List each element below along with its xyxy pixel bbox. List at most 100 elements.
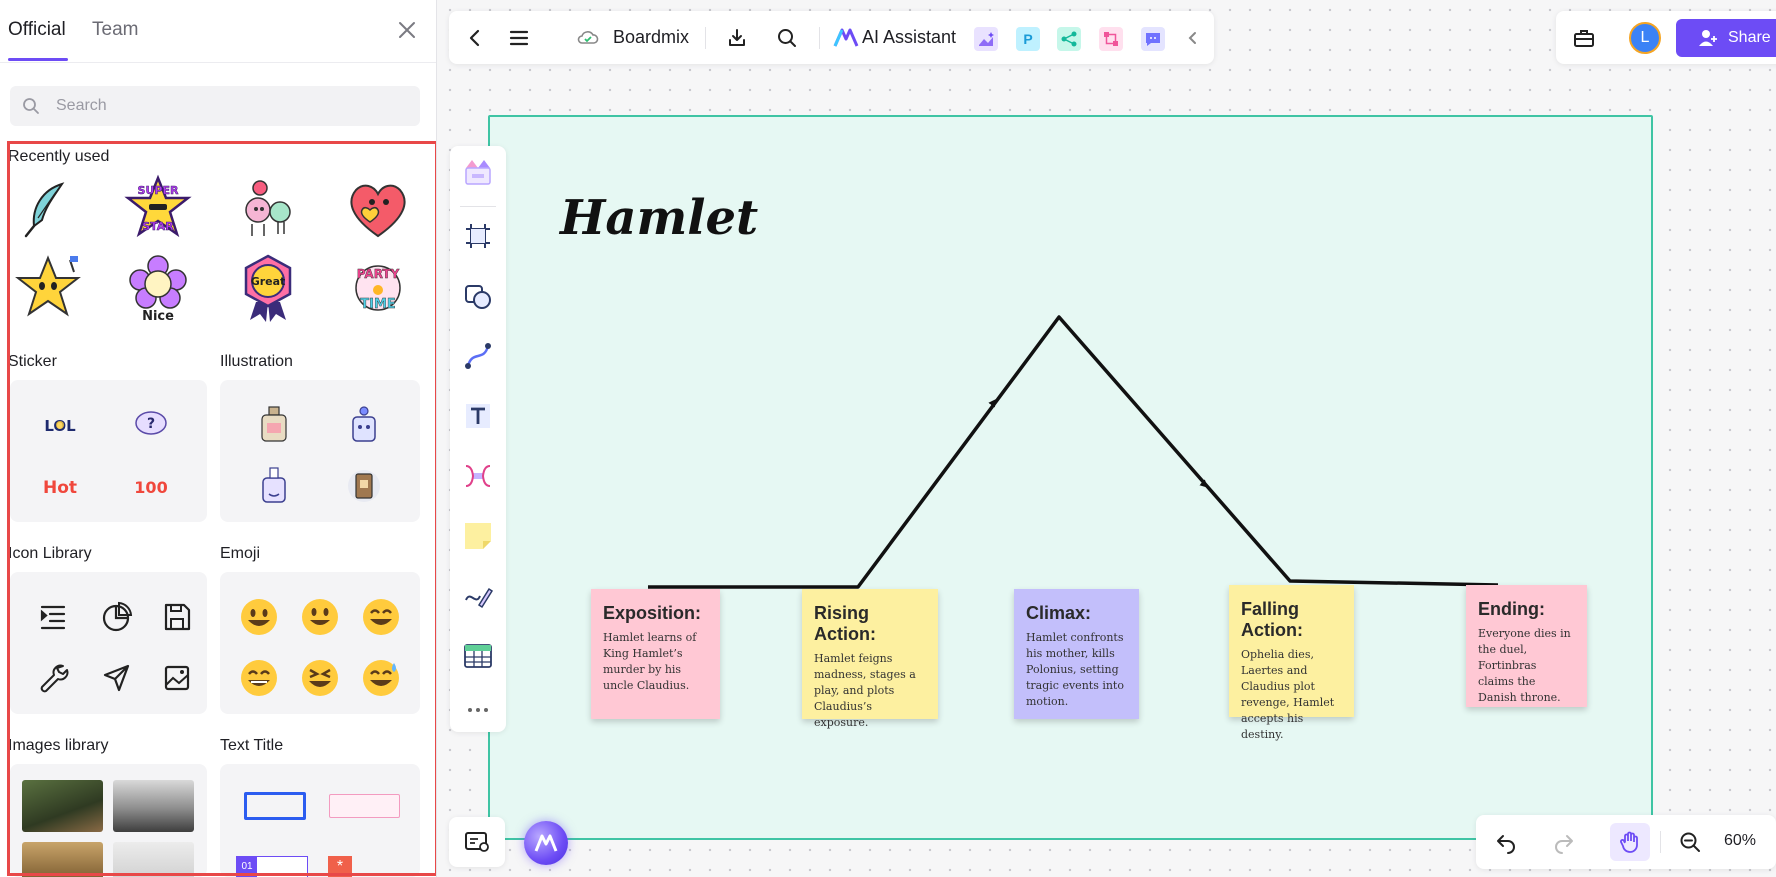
ai-logo-icon[interactable] <box>833 26 859 50</box>
smile-emoji[interactable] <box>236 594 282 640</box>
flowchart-app-icon[interactable] <box>1099 27 1123 51</box>
super-star-sticker[interactable]: SUPER STAR <box>122 172 194 244</box>
text-title-card[interactable]: 01 * <box>220 764 420 877</box>
pen-tool-icon[interactable] <box>462 580 494 612</box>
image-icon[interactable] <box>154 655 200 701</box>
close-icon[interactable] <box>396 19 418 41</box>
wrench-icon[interactable] <box>30 655 76 701</box>
squint-emoji[interactable] <box>297 655 343 701</box>
pie-chart-icon[interactable] <box>93 594 139 640</box>
question-bubble-sticker[interactable]: ? <box>128 402 174 448</box>
ai-assistant-label[interactable]: AI Assistant <box>862 27 956 48</box>
chat-app-icon[interactable] <box>1141 27 1165 51</box>
tools-divider <box>460 206 496 207</box>
search-icon[interactable] <box>775 26 799 50</box>
ai-assistant-button[interactable] <box>524 821 568 865</box>
forest-house-thumbnail[interactable] <box>22 780 103 832</box>
list-indent-icon[interactable] <box>30 594 76 640</box>
grin-emoji[interactable] <box>297 594 343 640</box>
hand-tool-button[interactable] <box>1610 823 1650 861</box>
section-title-images: Images library <box>8 737 109 754</box>
sweat-smile-emoji[interactable] <box>358 655 404 701</box>
note-heading: Exposition: <box>603 603 701 623</box>
note-body: Everyone dies in the duel, Fortinbras cl… <box>1478 627 1571 704</box>
connector-tool-icon[interactable] <box>462 340 494 372</box>
numbered-title[interactable]: 01 <box>236 856 308 877</box>
tools-sidebar <box>450 146 506 732</box>
feather-sticker[interactable] <box>12 172 84 244</box>
save-icon[interactable] <box>154 594 200 640</box>
search-box <box>10 86 420 126</box>
emoji-card[interactable] <box>220 572 420 714</box>
app-name[interactable]: Boardmix <box>613 27 689 48</box>
toolbox-icon[interactable] <box>1572 26 1596 50</box>
hundred-sticker[interactable]: 100 <box>128 463 174 509</box>
sticker-card[interactable]: LOL ? Hot 100 <box>10 380 207 522</box>
more-tools-icon[interactable] <box>462 694 494 726</box>
window-thumbnail[interactable] <box>22 842 103 877</box>
send-icon[interactable] <box>93 655 139 701</box>
robot-illustration[interactable] <box>341 402 387 448</box>
blue-frame-title[interactable] <box>244 792 306 820</box>
menu-icon[interactable] <box>507 26 531 50</box>
frame-tool-icon[interactable] <box>462 220 494 252</box>
illustration-card[interactable] <box>220 380 420 522</box>
question-label: ? <box>147 416 155 432</box>
collapse-chevron-icon[interactable] <box>1181 26 1205 50</box>
book-illustration[interactable] <box>341 463 387 509</box>
pink-frame-title[interactable] <box>329 794 400 818</box>
section-title-text-title: Text Title <box>220 737 284 754</box>
undo-icon[interactable] <box>1494 830 1518 854</box>
back-icon[interactable] <box>463 26 487 50</box>
minimap-button[interactable] <box>449 817 505 867</box>
shape-tool-icon[interactable] <box>462 280 494 312</box>
zoom-level[interactable]: 60% <box>1724 832 1756 850</box>
text-tool-icon[interactable] <box>462 400 494 432</box>
white-room-thumbnail[interactable] <box>113 842 194 877</box>
add-user-icon <box>1699 30 1717 46</box>
top-right-bar: L Share <box>1556 11 1776 64</box>
asterisk-title[interactable]: * <box>328 856 352 877</box>
search-input[interactable] <box>46 86 406 126</box>
nice-flower-sticker[interactable]: Nice <box>122 252 194 324</box>
mindmap-tool-icon[interactable] <box>462 460 494 492</box>
table-tool-icon[interactable] <box>462 640 494 672</box>
cloud-saved-icon <box>577 31 599 44</box>
share-button[interactable]: Share <box>1676 19 1776 57</box>
hot-label: Hot <box>43 478 77 498</box>
beaming-emoji[interactable] <box>358 594 404 640</box>
sticky-note-falling-action[interactable]: Falling Action: Ophelia dies, Laertes an… <box>1229 585 1354 741</box>
great-badge-sticker[interactable]: Great <box>232 252 304 324</box>
templates-icon[interactable] <box>462 156 494 188</box>
sticky-note-ending[interactable]: Ending: Everyone dies in the duel, Forti… <box>1466 585 1587 707</box>
flower-friends-sticker[interactable] <box>232 172 304 244</box>
heart-sticker[interactable] <box>342 172 414 244</box>
tab-official[interactable]: Official <box>8 19 66 41</box>
lol-sticker[interactable]: LOL <box>37 402 83 448</box>
download-icon[interactable] <box>725 26 749 50</box>
bottle-illustration[interactable] <box>251 402 297 448</box>
tab-team[interactable]: Team <box>92 19 138 41</box>
presentation-app-icon[interactable]: P <box>1016 27 1040 51</box>
ai-logo-icon <box>534 834 558 852</box>
sticky-note-rising-action[interactable]: Rising Action: Hamlet feigns madness, st… <box>802 589 938 729</box>
party-time-sticker[interactable]: PARTY TIME <box>342 252 414 324</box>
mindmap-app-icon[interactable] <box>1057 27 1081 51</box>
star-sticker[interactable] <box>12 252 84 324</box>
gadget-illustration[interactable] <box>251 463 297 509</box>
building-thumbnail[interactable] <box>113 780 194 832</box>
images-card[interactable] <box>10 764 207 877</box>
board-title[interactable]: Hamlet <box>560 190 758 246</box>
hot-sticker[interactable]: Hot <box>37 463 83 509</box>
zoom-out-icon[interactable] <box>1678 830 1702 854</box>
sticky-note-tool-icon[interactable] <box>462 520 494 552</box>
sticky-note-climax[interactable]: Climax: Hamlet confronts his mother, kil… <box>1014 589 1139 719</box>
user-avatar[interactable]: L <box>1629 22 1661 54</box>
laugh-emoji[interactable] <box>236 655 282 701</box>
icon-library-card[interactable] <box>10 572 207 714</box>
ai-image-app-icon[interactable] <box>974 27 998 51</box>
number-badge: 01 <box>237 857 257 877</box>
redo-icon[interactable] <box>1552 830 1576 854</box>
sticky-note-exposition[interactable]: Exposition: Hamlet learns of King Hamlet… <box>591 589 720 719</box>
hundred-label: 100 <box>134 478 167 497</box>
